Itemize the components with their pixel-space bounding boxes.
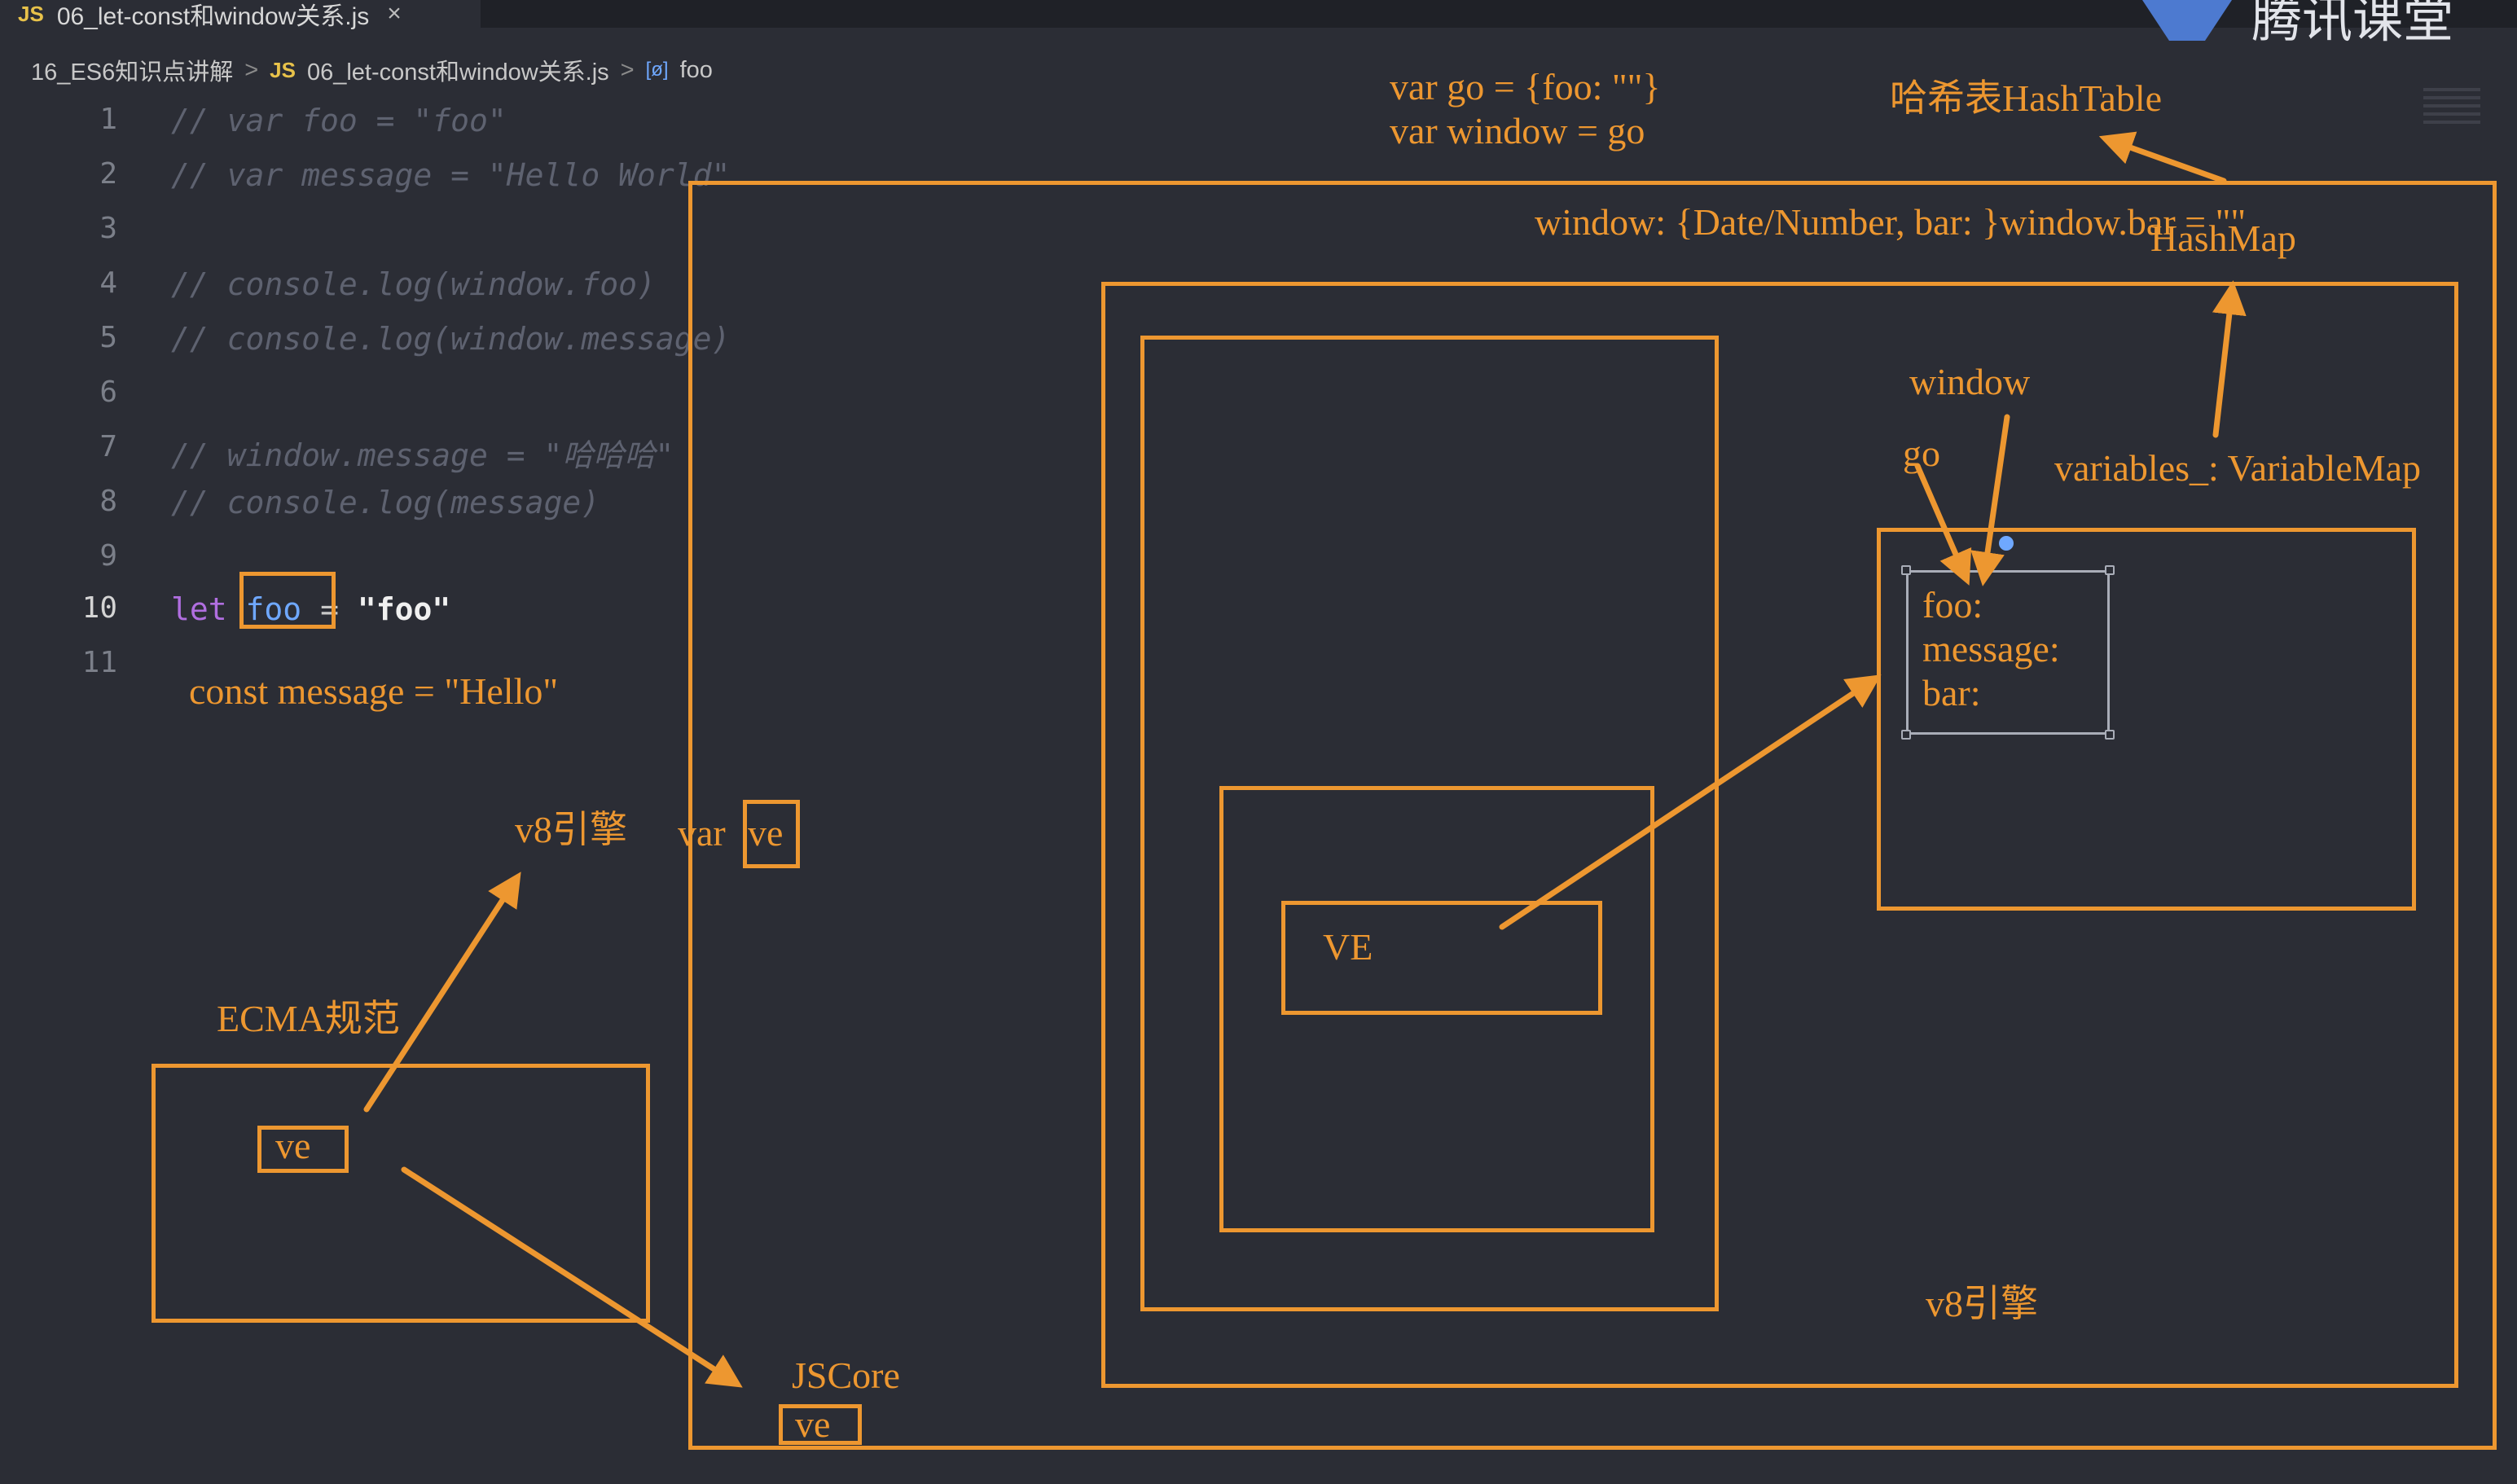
note-bar-key: bar:: [1922, 672, 1981, 713]
note-go-definition: var go = {foo: ""}: [1390, 66, 1661, 108]
arrow-ve-to-variablemap: [1499, 674, 1882, 930]
note-jscore-ve: ve: [795, 1403, 831, 1445]
note-hashmap: HashMap: [2150, 217, 2296, 259]
arrow-go-to-entries: [1914, 463, 1972, 586]
note-v8-engine-right: v8引擎: [1926, 1283, 2038, 1324]
note-go-label: go: [1903, 432, 1940, 474]
note-ecma-ve: ve: [275, 1125, 311, 1166]
note-window-definition: var window = go: [1390, 110, 1645, 151]
note-window-object: window: {Date/Number, bar: }window.bar =…: [1535, 201, 2247, 243]
arrow-to-hashmap: [2212, 280, 2247, 438]
note-variable-map: variables_: VariableMap: [2054, 447, 2422, 489]
arrow-to-hashtable: [2098, 131, 2227, 184]
arrow-ecma-to-v8: [363, 872, 521, 1113]
note-var: var: [678, 812, 726, 854]
note-ecma-spec: ECMA规范: [217, 998, 400, 1039]
arrow-window-to-entries: [1970, 414, 2010, 586]
note-ve-upper: VE: [1323, 926, 1373, 968]
note-jscore: JSCore: [792, 1354, 900, 1396]
arrow-ecma-to-jscore: [401, 1166, 743, 1388]
note-ve: ve: [748, 812, 784, 854]
note-foo-key: foo:: [1922, 584, 1983, 626]
note-window-label: window: [1909, 361, 2031, 402]
note-hashtable: 哈希表HashTable: [1890, 77, 2163, 119]
note-const-message: const message = "Hello": [189, 670, 559, 712]
note-message-key: message:: [1922, 628, 2060, 670]
note-v8-engine: v8引擎: [515, 809, 627, 850]
